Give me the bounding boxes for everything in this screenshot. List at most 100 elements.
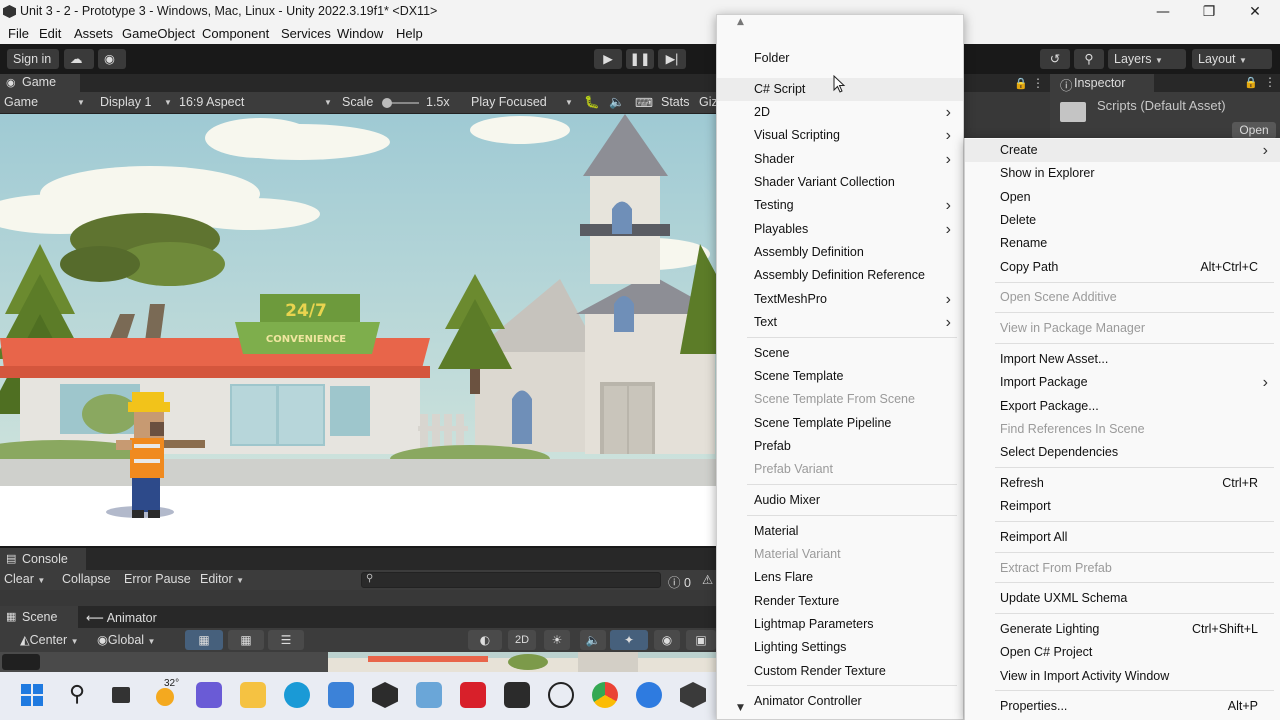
open-button[interactable]: Open xyxy=(1232,122,1276,139)
game-viewport[interactable]: 24/7 CONVENIENCE xyxy=(0,114,716,546)
hidden-objects-icon[interactable]: ◉ xyxy=(654,630,680,650)
close-icon[interactable]: ✕ xyxy=(1243,2,1267,22)
pivot-dropdown[interactable]: ◭Center ▼ xyxy=(20,632,79,647)
create-item-folder[interactable]: Folder xyxy=(717,47,963,70)
context-item-create[interactable]: Create › xyxy=(965,139,1280,162)
keyboard-icon[interactable]: ⌨ xyxy=(635,95,653,110)
photos-icon[interactable] xyxy=(416,682,442,708)
gizmos-button[interactable]: Giz xyxy=(699,95,718,109)
unity-editor-icon[interactable] xyxy=(680,682,706,708)
context-item-properties[interactable]: Properties... Alt+P xyxy=(965,695,1280,718)
create-item-scene-template[interactable]: Scene Template xyxy=(717,365,963,388)
create-item-scene-template-pipeline[interactable]: Scene Template Pipeline xyxy=(717,412,963,435)
context-item-rename[interactable]: Rename xyxy=(965,232,1280,255)
error-pause-button[interactable]: Error Pause xyxy=(124,572,191,586)
warning-icon[interactable]: ⚠ xyxy=(702,572,713,587)
layers-dropdown[interactable]: Layers ▼ xyxy=(1108,49,1186,69)
microsoft-store-icon[interactable] xyxy=(328,682,354,708)
kebab-menu-icon[interactable]: ⋮ xyxy=(1264,75,1276,89)
create-item-assembly-definition[interactable]: Assembly Definition xyxy=(717,241,963,264)
create-item-textmeshpro[interactable]: TextMeshPro › xyxy=(717,288,963,311)
play-button[interactable]: ▶ xyxy=(594,49,622,69)
scroll-down-icon[interactable]: ▼ xyxy=(737,703,744,713)
grid-snap-icon[interactable]: ▦ xyxy=(185,630,223,650)
clear-button[interactable]: Clear ▼ xyxy=(4,572,45,586)
display-dropdown[interactable]: Display 1 ▼ xyxy=(100,95,174,109)
scroll-up-icon[interactable]: ▲ xyxy=(737,17,744,27)
context-item-import-new-asset[interactable]: Import New Asset... xyxy=(965,348,1280,371)
audio-icon[interactable]: 🔈 xyxy=(580,630,606,650)
menu-gameobject[interactable]: GameObject xyxy=(122,26,195,41)
windows-start-icon[interactable] xyxy=(19,682,45,708)
aspect-dropdown[interactable]: 16:9 Aspect ▼ xyxy=(179,95,333,109)
create-item-text[interactable]: Text › xyxy=(717,311,963,334)
context-item-copy-path[interactable]: Copy Path Alt+Ctrl+C xyxy=(965,256,1280,279)
context-item-delete[interactable]: Delete xyxy=(965,209,1280,232)
create-item-visual-scripting[interactable]: Visual Scripting › xyxy=(717,124,963,147)
edge-browser-icon[interactable] xyxy=(284,682,310,708)
tab-console[interactable]: ▤ Console xyxy=(0,548,86,570)
game-mode-dropdown[interactable]: Game ▼ xyxy=(4,95,88,109)
file-explorer-icon[interactable] xyxy=(240,682,266,708)
context-item-show-in-explorer[interactable]: Show in Explorer xyxy=(965,162,1280,185)
lock-icon[interactable]: 🔒 xyxy=(1014,77,1028,90)
context-item-update-uxml-schema[interactable]: Update UXML Schema xyxy=(965,587,1280,610)
step-button[interactable]: ▶| xyxy=(658,49,686,69)
teams-chat-icon[interactable] xyxy=(196,682,222,708)
sign-in-button[interactable]: Sign in xyxy=(7,49,59,69)
chrome-icon[interactable] xyxy=(592,682,618,708)
scene-overlay-menu-icon[interactable] xyxy=(2,654,40,670)
kebab-menu-icon[interactable]: ⋮ xyxy=(1032,76,1044,90)
info-count[interactable]: ⓘ 0 xyxy=(668,572,691,591)
pause-button[interactable]: ❚❚ xyxy=(626,49,654,69)
stats-button[interactable]: Stats xyxy=(661,95,690,109)
create-item-custom-render-texture[interactable]: Custom Render Texture xyxy=(717,660,963,683)
draw-mode-icon[interactable]: ◐ xyxy=(468,630,502,650)
lighting-icon[interactable]: ☀ xyxy=(544,630,570,650)
play-focused-dropdown[interactable]: Play Focused ▼ xyxy=(471,95,575,109)
task-view-icon[interactable] xyxy=(108,682,134,708)
context-item-reimport[interactable]: Reimport xyxy=(965,495,1280,518)
scale-slider-thumb[interactable] xyxy=(382,98,392,108)
tab-game[interactable]: ◉ Game xyxy=(0,74,80,92)
effects-icon[interactable]: ✦ xyxy=(610,630,648,650)
create-item-lens-flare[interactable]: Lens Flare xyxy=(717,566,963,589)
bug-icon[interactable]: 🐛 xyxy=(584,95,600,110)
cloud-icon[interactable]: ☁ xyxy=(64,49,94,69)
create-item-audio-mixer[interactable]: Audio Mixer xyxy=(717,489,963,512)
context-item-refresh[interactable]: Refresh Ctrl+R xyxy=(965,472,1280,495)
create-item-testing[interactable]: Testing › xyxy=(717,194,963,217)
camera-icon[interactable]: ▣ xyxy=(686,630,716,650)
collab-icon[interactable]: ◉ xyxy=(98,49,126,69)
menu-assets[interactable]: Assets xyxy=(74,26,113,41)
context-item-select-dependencies[interactable]: Select Dependencies xyxy=(965,441,1280,464)
chat-bubble-icon[interactable] xyxy=(548,682,574,708)
create-item-material[interactable]: Material xyxy=(717,520,963,543)
context-item-open-c-project[interactable]: Open C# Project xyxy=(965,641,1280,664)
tab-animator[interactable]: ⟵ Animator xyxy=(86,610,157,625)
context-item-open[interactable]: Open xyxy=(965,186,1280,209)
lock-icon[interactable]: 🔒 xyxy=(1244,76,1258,89)
create-item-prefab[interactable]: Prefab xyxy=(717,435,963,458)
create-item-2d[interactable]: 2D › xyxy=(717,101,963,124)
menu-window[interactable]: Window xyxy=(337,26,383,41)
unity-hub-icon[interactable] xyxy=(372,682,398,708)
scene-viewport[interactable] xyxy=(0,652,716,672)
editor-dropdown[interactable]: Editor ▼ xyxy=(200,572,244,586)
create-item-assembly-definition-reference[interactable]: Assembly Definition Reference xyxy=(717,264,963,287)
collapse-button[interactable]: Collapse xyxy=(62,572,111,586)
create-item-shader[interactable]: Shader › xyxy=(717,148,963,171)
context-item-reimport-all[interactable]: Reimport All xyxy=(965,526,1280,549)
menu-component[interactable]: Component xyxy=(202,26,269,41)
history-icon[interactable]: ↺ xyxy=(1040,49,1070,69)
create-item-lightmap-parameters[interactable]: Lightmap Parameters xyxy=(717,613,963,636)
mute-audio-icon[interactable]: 🔈 xyxy=(609,95,625,110)
obs-icon[interactable] xyxy=(504,682,530,708)
create-item-shader-variant-collection[interactable]: Shader Variant Collection xyxy=(717,171,963,194)
minimize-icon[interactable]: — xyxy=(1151,2,1175,22)
tab-scene[interactable]: ▦ Scene xyxy=(0,606,78,628)
create-item-render-texture[interactable]: Render Texture xyxy=(717,590,963,613)
app-red-icon[interactable] xyxy=(460,682,486,708)
search-icon[interactable]: ⚲ xyxy=(1074,49,1104,69)
create-item-lighting-settings[interactable]: Lighting Settings xyxy=(717,636,963,659)
